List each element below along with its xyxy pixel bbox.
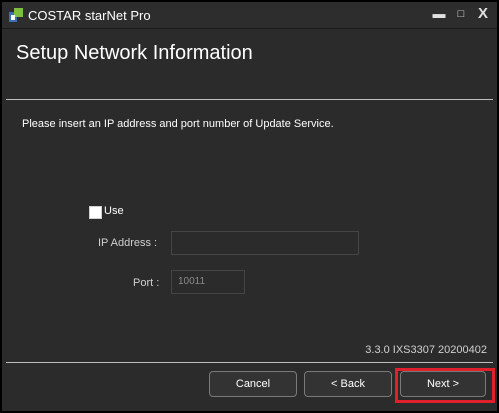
port-label: Port : bbox=[133, 277, 160, 289]
installer-window: COSTAR starNet Pro ▬ □ X Setup Network I… bbox=[0, 0, 499, 413]
app-icon bbox=[9, 8, 23, 22]
ip-address-label: IP Address : bbox=[98, 237, 158, 249]
maximize-button[interactable]: □ bbox=[452, 5, 470, 23]
highlight-box bbox=[395, 368, 495, 403]
title-bar: COSTAR starNet Pro ▬ □ X bbox=[2, 2, 497, 29]
page-header: Setup Network Information bbox=[6, 30, 493, 92]
back-button[interactable]: < Back bbox=[304, 371, 392, 397]
instruction-text: Please insert an IP address and port num… bbox=[22, 118, 334, 130]
ip-address-input[interactable] bbox=[171, 231, 359, 255]
cancel-button[interactable]: Cancel bbox=[209, 371, 297, 397]
header-divider bbox=[6, 99, 493, 100]
window-title: COSTAR starNet Pro bbox=[28, 8, 151, 23]
use-checkbox[interactable] bbox=[89, 206, 102, 219]
close-button[interactable]: X bbox=[474, 5, 492, 23]
use-label[interactable]: Use bbox=[104, 205, 124, 217]
page-title: Setup Network Information bbox=[16, 42, 253, 64]
footer-divider bbox=[6, 362, 493, 363]
minimize-button[interactable]: ▬ bbox=[430, 5, 448, 23]
version-text: 3.3.0 IXS3307 20200402 bbox=[365, 344, 487, 356]
port-input[interactable]: 10011 bbox=[171, 270, 245, 294]
